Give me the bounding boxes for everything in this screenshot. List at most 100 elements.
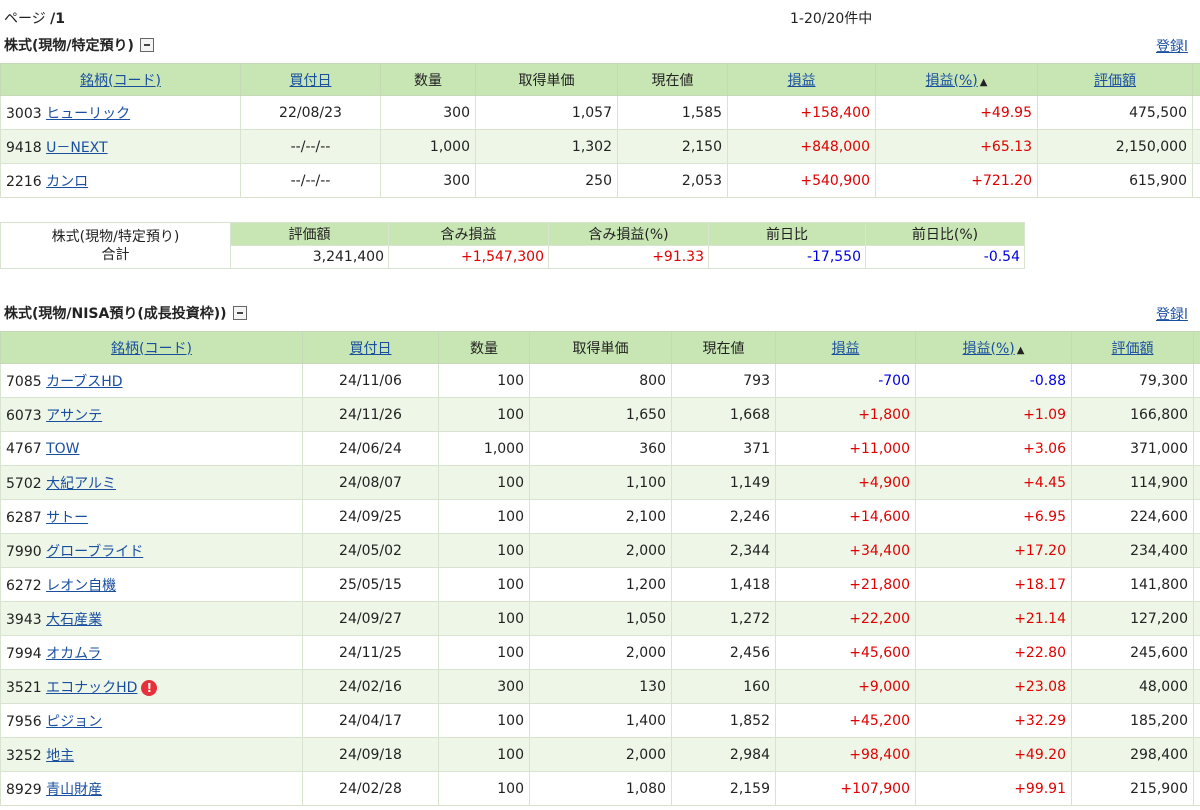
cell-price: 1,272 bbox=[671, 601, 776, 636]
stock-cell: 7085 カーブスHD bbox=[0, 363, 303, 398]
stock-code: 3252 bbox=[6, 747, 47, 764]
cell-price: 2,246 bbox=[671, 499, 776, 534]
stock-cell: 3003 ヒューリック bbox=[0, 95, 241, 130]
col-header-pl-pct[interactable]: 損益(%) ▲ bbox=[915, 331, 1072, 364]
stock-name-link[interactable]: エコナックHD bbox=[46, 680, 137, 696]
col-header-pl-pct[interactable]: 損益(%) ▲ bbox=[875, 63, 1038, 96]
cell-buy-date: 24/05/02 bbox=[302, 533, 439, 568]
cell-buy-date: 24/06/24 bbox=[302, 431, 439, 466]
col-header-name-code[interactable]: 銘柄(コード) bbox=[0, 331, 303, 364]
col-header-buy-date[interactable]: 買付日 bbox=[240, 63, 381, 96]
cell-cost: 1,650 bbox=[529, 397, 672, 432]
stock-cell: 6272 レオン自機 bbox=[0, 567, 303, 602]
stock-name-link[interactable]: 青山財産 bbox=[46, 782, 102, 798]
stock-name-link[interactable]: 地主 bbox=[46, 748, 74, 764]
register-link-1[interactable]: 登録l bbox=[1156, 36, 1188, 56]
stock-name-link[interactable]: レオン自機 bbox=[46, 578, 116, 594]
sort-link-pl[interactable]: 損益 bbox=[832, 341, 860, 357]
cell-value: 141,800 bbox=[1071, 567, 1194, 602]
cell-extra bbox=[1192, 129, 1200, 164]
register-link-2[interactable]: 登録l bbox=[1156, 304, 1188, 324]
table-row: 6287 サトー 24/09/25 100 2,100 2,246 +14,600 +6.9… bbox=[0, 499, 1200, 534]
result-count: 1-20/20件中 bbox=[790, 11, 873, 27]
sort-link-value[interactable]: 評価額 bbox=[1094, 73, 1136, 89]
cell-cost: 1,302 bbox=[475, 129, 618, 164]
section1-title-bar: 株式(現物/特定預り) bbox=[4, 35, 154, 55]
pager-page: /1 bbox=[50, 11, 66, 27]
cell-value: 2,150,000 bbox=[1037, 129, 1193, 164]
col-header-pl[interactable]: 損益 bbox=[775, 331, 916, 364]
cell-value: 166,800 bbox=[1071, 397, 1194, 432]
col-header-value[interactable]: 評価額 bbox=[1037, 63, 1193, 96]
sort-link-value[interactable]: 評価額 bbox=[1112, 341, 1154, 357]
stock-name-link[interactable]: アサンテ bbox=[46, 408, 102, 424]
stock-cell: 8929 青山財産 bbox=[0, 771, 303, 806]
sort-link-name-code[interactable]: 銘柄(コード) bbox=[111, 341, 192, 357]
stock-code: 6287 bbox=[6, 509, 47, 526]
cell-buy-date: 24/02/16 bbox=[302, 669, 439, 704]
cell-pl: +21,800 bbox=[775, 567, 916, 602]
cell-buy-date: 24/11/25 bbox=[302, 635, 439, 670]
col-header-buy-date[interactable]: 買付日 bbox=[302, 331, 439, 364]
sort-link-buy-date[interactable]: 買付日 bbox=[290, 73, 332, 89]
cell-pl-pct: +23.08 bbox=[915, 669, 1072, 704]
stock-name-link[interactable]: ヒューリック bbox=[46, 106, 130, 122]
stock-name-link[interactable]: 大紀アルミ bbox=[46, 476, 116, 492]
cell-value: 298,400 bbox=[1071, 737, 1194, 772]
section2-title-bar: 株式(現物/NISA預り(成長投資枠)) bbox=[4, 303, 247, 323]
cell-quantity: 300 bbox=[438, 669, 530, 704]
summary-value-unrealized-pl: +1,547,300 bbox=[388, 245, 549, 269]
stock-name-link[interactable]: グローブライド bbox=[46, 544, 143, 560]
cell-price: 1,668 bbox=[671, 397, 776, 432]
cell-value: 79,300 bbox=[1071, 363, 1194, 398]
cell-pl: +45,200 bbox=[775, 703, 916, 738]
collapse-section1-icon[interactable] bbox=[139, 38, 154, 52]
cell-price: 2,150 bbox=[617, 129, 728, 164]
cell-pl-pct: +49.95 bbox=[875, 95, 1038, 130]
stock-name-link[interactable]: 大石産業 bbox=[46, 612, 102, 628]
summary-value-day-change-pct: -0.54 bbox=[865, 245, 1025, 269]
stock-name-link[interactable]: オカムラ bbox=[46, 646, 101, 662]
cell-quantity: 100 bbox=[438, 533, 530, 568]
col-header-cost: 取得単価 bbox=[475, 63, 618, 96]
sort-link-pl-pct[interactable]: 損益(%) bbox=[926, 73, 978, 89]
cell-buy-date: 24/11/26 bbox=[302, 397, 439, 432]
sort-link-pl-pct[interactable]: 損益(%) bbox=[963, 341, 1015, 357]
collapse-section2-icon[interactable] bbox=[232, 306, 247, 320]
col-header-name-code[interactable]: 銘柄(コード) bbox=[0, 63, 241, 96]
stock-name-link[interactable]: カーブスHD bbox=[46, 374, 122, 390]
stock-code: 7994 bbox=[6, 645, 47, 662]
sort-link-buy-date[interactable]: 買付日 bbox=[350, 341, 392, 357]
cell-buy-date: 24/09/18 bbox=[302, 737, 439, 772]
col-header-price: 現在値 bbox=[617, 63, 728, 96]
cell-quantity: 100 bbox=[438, 567, 530, 602]
cell-pl: +848,000 bbox=[727, 129, 876, 164]
stock-name-link[interactable]: サトー bbox=[46, 510, 88, 526]
cell-quantity: 300 bbox=[380, 95, 476, 130]
sort-link-pl[interactable]: 損益 bbox=[788, 73, 816, 89]
col-header-value[interactable]: 評価額 bbox=[1071, 331, 1194, 364]
stock-name-link[interactable]: TOW bbox=[46, 441, 79, 457]
cell-cost: 800 bbox=[529, 363, 672, 398]
sort-link-name-code[interactable]: 銘柄(コード) bbox=[80, 73, 161, 89]
stock-code: 2216 bbox=[6, 173, 47, 190]
cell-price: 1,585 bbox=[617, 95, 728, 130]
section1-title: 株式(現物/特定預り) bbox=[4, 38, 134, 54]
cell-extra bbox=[1193, 363, 1200, 398]
cell-pl: +1,800 bbox=[775, 397, 916, 432]
cell-buy-date: 24/08/07 bbox=[302, 465, 439, 500]
cell-quantity: 100 bbox=[438, 737, 530, 772]
cell-buy-date: --/--/-- bbox=[240, 129, 381, 164]
cell-price: 2,053 bbox=[617, 163, 728, 198]
col-header-pl[interactable]: 損益 bbox=[727, 63, 876, 96]
cell-price: 1,418 bbox=[671, 567, 776, 602]
cell-extra bbox=[1193, 533, 1200, 568]
stock-name-link[interactable]: ピジョン bbox=[46, 714, 102, 730]
holdings-table-specific: 銘柄(コード) 買付日 数量 取得単価 現在値 損益 損益(%) ▲ 評価額 3003 ヒューリ… bbox=[0, 63, 1200, 198]
warning-icon[interactable]: ! bbox=[141, 679, 158, 696]
table-row: 3003 ヒューリック 22/08/23 300 1,057 1,585 +158,400… bbox=[0, 95, 1200, 130]
stock-name-link[interactable]: U－NEXT bbox=[46, 140, 107, 156]
cell-pl: +107,900 bbox=[775, 771, 916, 806]
cell-pl: +4,900 bbox=[775, 465, 916, 500]
stock-name-link[interactable]: カンロ bbox=[46, 174, 88, 190]
